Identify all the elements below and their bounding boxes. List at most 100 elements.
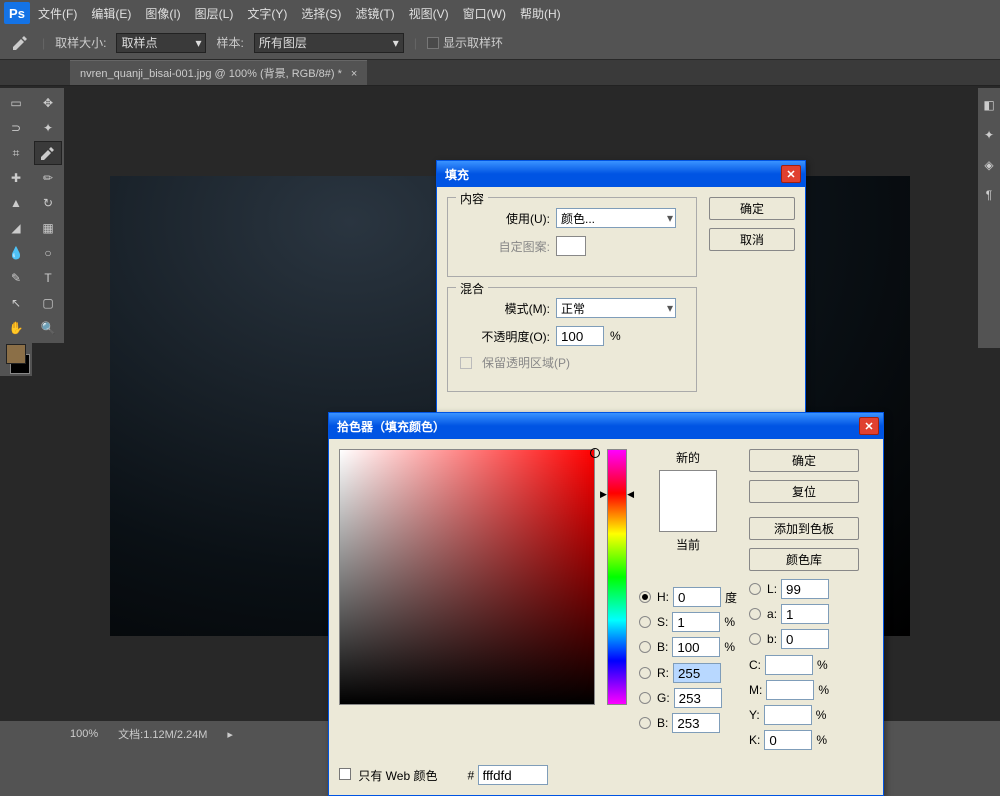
pen-tool[interactable]: ✎ <box>2 266 30 290</box>
b-input[interactable] <box>672 637 720 657</box>
ok-button[interactable]: 确定 <box>749 449 859 472</box>
hand-tool[interactable]: ✋ <box>2 316 30 340</box>
menu-window[interactable]: 窗口(W) <box>457 1 512 26</box>
eraser-tool[interactable]: ◢ <box>2 216 30 240</box>
sample-label: 样本: <box>216 34 243 51</box>
g-input[interactable] <box>674 688 722 708</box>
g-radio[interactable] <box>639 692 651 704</box>
m-input[interactable] <box>766 680 814 700</box>
blend-fieldset: 混合 模式(M): 正常▾ 不透明度(O): % 保留透明区域(P) <box>447 287 697 392</box>
hue-slider[interactable] <box>607 449 627 705</box>
heal-tool[interactable]: ✚ <box>2 166 30 190</box>
s-radio[interactable] <box>639 616 651 628</box>
close-button[interactable]: ✕ <box>781 165 801 183</box>
show-ring-label: 显示取样环 <box>443 34 503 51</box>
lasso-tool[interactable]: ⊃ <box>2 116 30 140</box>
k-input[interactable] <box>764 730 812 750</box>
r-radio[interactable] <box>639 667 651 679</box>
menu-bar: Ps 文件(F) 编辑(E) 图像(I) 图层(L) 文字(Y) 选择(S) 滤… <box>0 0 1000 26</box>
zoom-tool[interactable]: 🔍 <box>34 316 62 340</box>
gradient-tool[interactable]: ▦ <box>34 216 62 240</box>
wand-tool[interactable]: ✦ <box>34 116 62 140</box>
mode-label: 模式(M): <box>460 300 550 317</box>
type-tool[interactable]: T <box>34 266 62 290</box>
pattern-swatch[interactable] <box>556 236 586 256</box>
color-picker-dialog: 拾色器（填充颜色） ✕ ▶◀ 新的 当前 H: 度 S: % B: % R: G… <box>328 412 884 796</box>
panel-icon[interactable]: ◈ <box>984 158 993 172</box>
ok-button[interactable]: 确定 <box>709 197 795 220</box>
menu-edit[interactable]: 编辑(E) <box>85 1 137 26</box>
color-field[interactable] <box>339 449 595 705</box>
move-tool[interactable]: ✥ <box>34 91 62 115</box>
shape-tool[interactable]: ▢ <box>34 291 62 315</box>
hex-input[interactable] <box>478 765 548 785</box>
toolbox-col1: ▭ ⊃ ⌗ ✚ ▲ ◢ 💧 ✎ ↖ ✋ <box>0 88 32 376</box>
c-input[interactable] <box>765 655 813 675</box>
crop-tool[interactable]: ⌗ <box>2 141 30 165</box>
lab-b-input[interactable] <box>781 629 829 649</box>
r-input[interactable] <box>673 663 721 683</box>
l-radio[interactable] <box>749 583 761 595</box>
s-input[interactable] <box>672 612 720 632</box>
a-radio[interactable] <box>749 608 761 620</box>
zoom-level[interactable]: 100% <box>70 728 98 740</box>
chevron-right-icon[interactable]: ▸ <box>227 728 233 741</box>
marquee-tool[interactable]: ▭ <box>2 91 30 115</box>
use-select[interactable]: 颜色...▾ <box>556 208 676 228</box>
app-logo: Ps <box>4 2 30 24</box>
path-tool[interactable]: ↖ <box>2 291 30 315</box>
foreground-color[interactable] <box>6 344 26 364</box>
close-button[interactable]: ✕ <box>859 417 879 435</box>
opacity-input[interactable] <box>556 326 604 346</box>
l-input[interactable] <box>781 579 829 599</box>
b-radio[interactable] <box>639 641 651 653</box>
menu-file[interactable]: 文件(F) <box>32 1 83 26</box>
menu-type[interactable]: 文字(Y) <box>241 1 293 26</box>
eyedropper-icon <box>8 31 32 55</box>
a-input[interactable] <box>781 604 829 624</box>
color-swatches[interactable] <box>0 344 32 374</box>
preserve-checkbox[interactable] <box>460 357 472 369</box>
sample-size-select[interactable]: 取样点▾ <box>116 33 206 53</box>
panel-icon[interactable]: ◧ <box>983 98 994 112</box>
h-radio[interactable] <box>639 591 651 603</box>
menu-filter[interactable]: 滤镜(T) <box>349 1 400 26</box>
menu-layer[interactable]: 图层(L) <box>189 1 240 26</box>
dodge-tool[interactable]: ○ <box>34 241 62 265</box>
eyedropper-tool[interactable] <box>34 141 62 165</box>
panel-icon[interactable]: ✦ <box>984 128 994 142</box>
close-icon[interactable]: × <box>351 68 357 80</box>
bv-input[interactable] <box>672 713 720 733</box>
right-panel-dock: ◧ ✦ ◈ ¶ <box>978 88 1000 348</box>
menu-help[interactable]: 帮助(H) <box>514 1 567 26</box>
stamp-tool[interactable]: ▲ <box>2 191 30 215</box>
fill-dialog-titlebar[interactable]: 填充 ✕ <box>437 161 805 187</box>
cancel-button[interactable]: 取消 <box>709 228 795 251</box>
sample-size-label: 取样大小: <box>55 34 106 51</box>
menu-select[interactable]: 选择(S) <box>295 1 347 26</box>
bv-radio[interactable] <box>639 717 651 729</box>
blur-tool[interactable]: 💧 <box>2 241 30 265</box>
h-input[interactable] <box>673 587 721 607</box>
current-color[interactable] <box>660 501 716 531</box>
lab-b-radio[interactable] <box>749 633 761 645</box>
picker-titlebar[interactable]: 拾色器（填充颜色） ✕ <box>329 413 883 439</box>
menu-view[interactable]: 视图(V) <box>403 1 455 26</box>
web-only-checkbox[interactable] <box>339 768 351 780</box>
document-tab[interactable]: nvren_quanji_bisai-001.jpg @ 100% (背景, R… <box>70 60 367 85</box>
menu-image[interactable]: 图像(I) <box>139 1 186 26</box>
mode-select[interactable]: 正常▾ <box>556 298 676 318</box>
y-input[interactable] <box>764 705 812 725</box>
brush-tool[interactable]: ✏ <box>34 166 62 190</box>
preserve-label: 保留透明区域(P) <box>482 354 570 371</box>
use-label: 使用(U): <box>460 210 550 227</box>
history-brush-tool[interactable]: ↻ <box>34 191 62 215</box>
toolbox-col2: ✥ ✦ ✏ ↻ ▦ ○ T ▢ 🔍 <box>32 88 64 343</box>
show-ring-checkbox[interactable] <box>427 37 439 49</box>
reset-button[interactable]: 复位 <box>749 480 859 503</box>
add-swatch-button[interactable]: 添加到色板 <box>749 517 859 540</box>
color-lib-button[interactable]: 颜色库 <box>749 548 859 571</box>
sample-select[interactable]: 所有图层▾ <box>254 33 404 53</box>
panel-icon[interactable]: ¶ <box>986 188 992 202</box>
color-cursor <box>590 448 600 458</box>
